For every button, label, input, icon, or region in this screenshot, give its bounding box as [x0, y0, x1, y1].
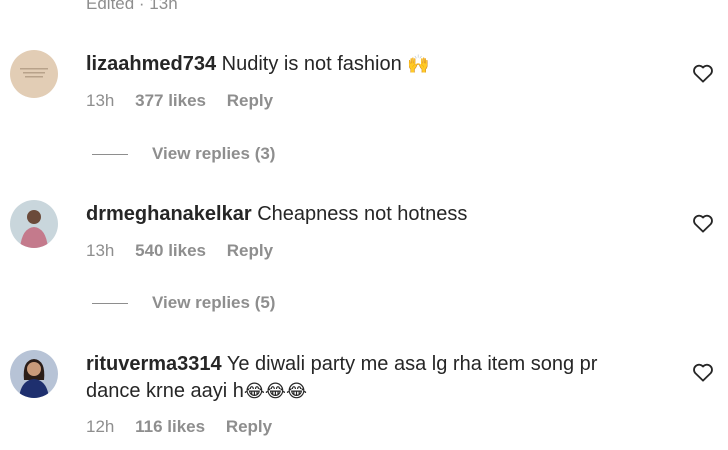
heart-icon[interactable] — [692, 362, 714, 382]
comment-likes[interactable]: 116 likes — [135, 417, 205, 436]
view-replies-button[interactable]: View replies (5) — [92, 293, 275, 313]
reply-button[interactable]: Reply — [226, 417, 272, 436]
comment-time: 12h — [86, 417, 115, 436]
raising-hands-emoji: 🙌 — [407, 54, 430, 74]
reply-button[interactable]: Reply — [227, 91, 273, 110]
avatar[interactable] — [10, 350, 58, 398]
comment-text-line: rituverma3314 Ye diwali party me asa lg … — [86, 351, 656, 405]
comment-text: Nudity is not fashion — [221, 53, 402, 75]
comment-text: Cheapness not hotness — [257, 203, 468, 225]
comment-time: 13h — [86, 241, 115, 260]
comment-meta: 12h 116 likes Reply — [86, 417, 272, 437]
view-replies-button[interactable]: View replies (3) — [92, 144, 275, 164]
comment-username[interactable]: drmeghanakelkar — [86, 203, 252, 225]
view-replies-label: View replies (3) — [152, 144, 276, 163]
avatar[interactable] — [10, 200, 58, 248]
comment-time: 13h — [86, 91, 115, 110]
previous-comment-meta: Edited · 13h — [86, 0, 178, 13]
comment-meta: 13h 377 likes Reply — [86, 91, 273, 111]
comment-username[interactable]: lizaahmed734 — [86, 53, 216, 75]
heart-icon[interactable] — [692, 63, 714, 83]
laughing-emoji: 😂😂😂 — [243, 381, 307, 401]
comment-likes[interactable]: 540 likes — [135, 241, 206, 260]
replies-divider — [92, 154, 128, 156]
comment-text-line: drmeghanakelkar Cheapness not hotness — [86, 201, 686, 228]
view-replies-label: View replies (5) — [152, 293, 276, 312]
comment-username[interactable]: rituverma3314 — [86, 353, 222, 375]
avatar[interactable] — [10, 50, 58, 98]
comment-likes[interactable]: 377 likes — [135, 91, 206, 110]
replies-divider — [92, 303, 128, 305]
comment-text-line: lizaahmed734 Nudity is not fashion 🙌 — [86, 51, 686, 78]
comment-meta: 13h 540 likes Reply — [86, 241, 273, 261]
reply-button[interactable]: Reply — [227, 241, 273, 260]
heart-icon[interactable] — [692, 213, 714, 233]
